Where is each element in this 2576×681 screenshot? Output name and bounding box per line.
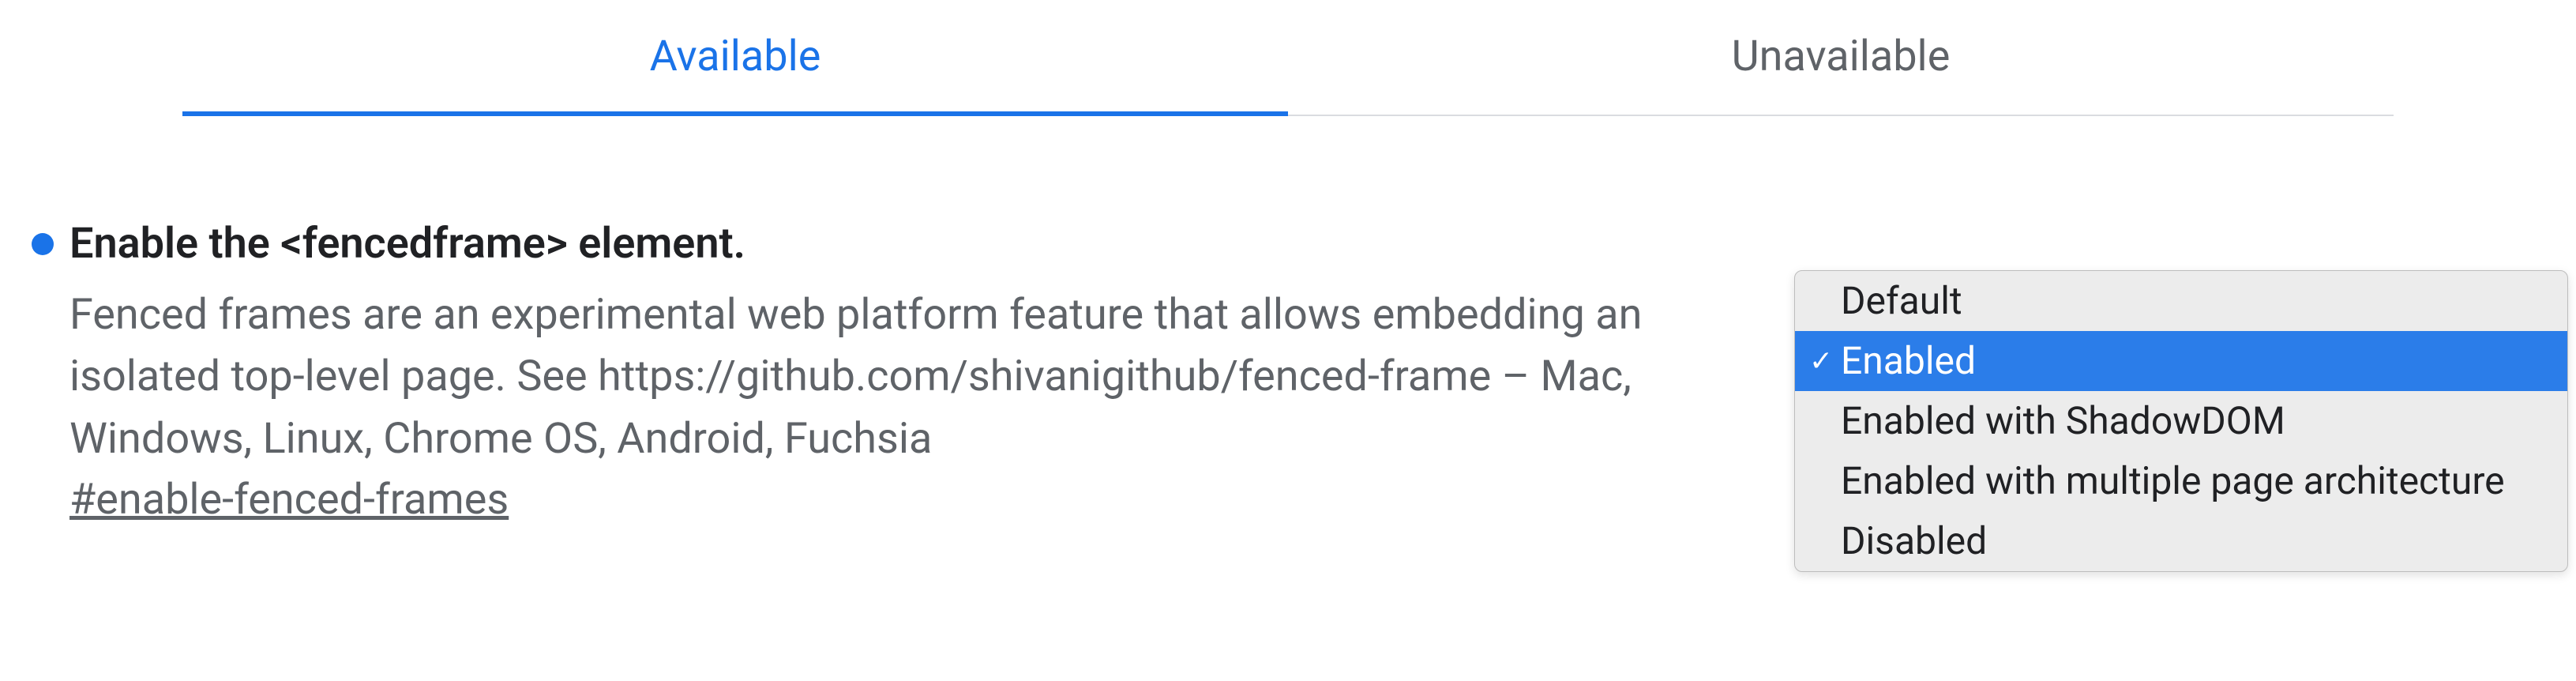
- flag-description: Fenced frames are an experimental web pl…: [69, 284, 1722, 470]
- flag-hash-link[interactable]: #enable-fenced-frames: [69, 475, 509, 525]
- dropdown-option-enabled-shadowdom[interactable]: Enabled with ShadowDOM: [1795, 391, 2567, 451]
- flag-title-line: Enable the <fencedframe> element.: [32, 219, 1722, 269]
- dropdown-option-enabled-mpa[interactable]: Enabled with multiple page architecture: [1795, 451, 2567, 511]
- flag-dropdown-wrap: Default Enabled Enabled with ShadowDOM E…: [1794, 270, 2568, 572]
- flag-state-dropdown[interactable]: Default Enabled Enabled with ShadowDOM E…: [1794, 270, 2568, 572]
- flag-title: Enable the <fencedframe> element.: [69, 219, 745, 269]
- dropdown-option-disabled[interactable]: Disabled: [1795, 511, 2567, 571]
- flag-text-block: Enable the <fencedframe> element. Fenced…: [32, 219, 1722, 525]
- dropdown-option-enabled[interactable]: Enabled: [1795, 331, 2567, 391]
- tab-unavailable[interactable]: Unavailable: [1288, 0, 2394, 115]
- dropdown-option-default[interactable]: Default: [1795, 271, 2567, 331]
- flag-row: Enable the <fencedframe> element. Fenced…: [32, 219, 2544, 525]
- tab-available[interactable]: Available: [182, 0, 1288, 115]
- modified-dot-icon: [32, 233, 54, 255]
- tabs-bar: Available Unavailable: [182, 0, 2394, 116]
